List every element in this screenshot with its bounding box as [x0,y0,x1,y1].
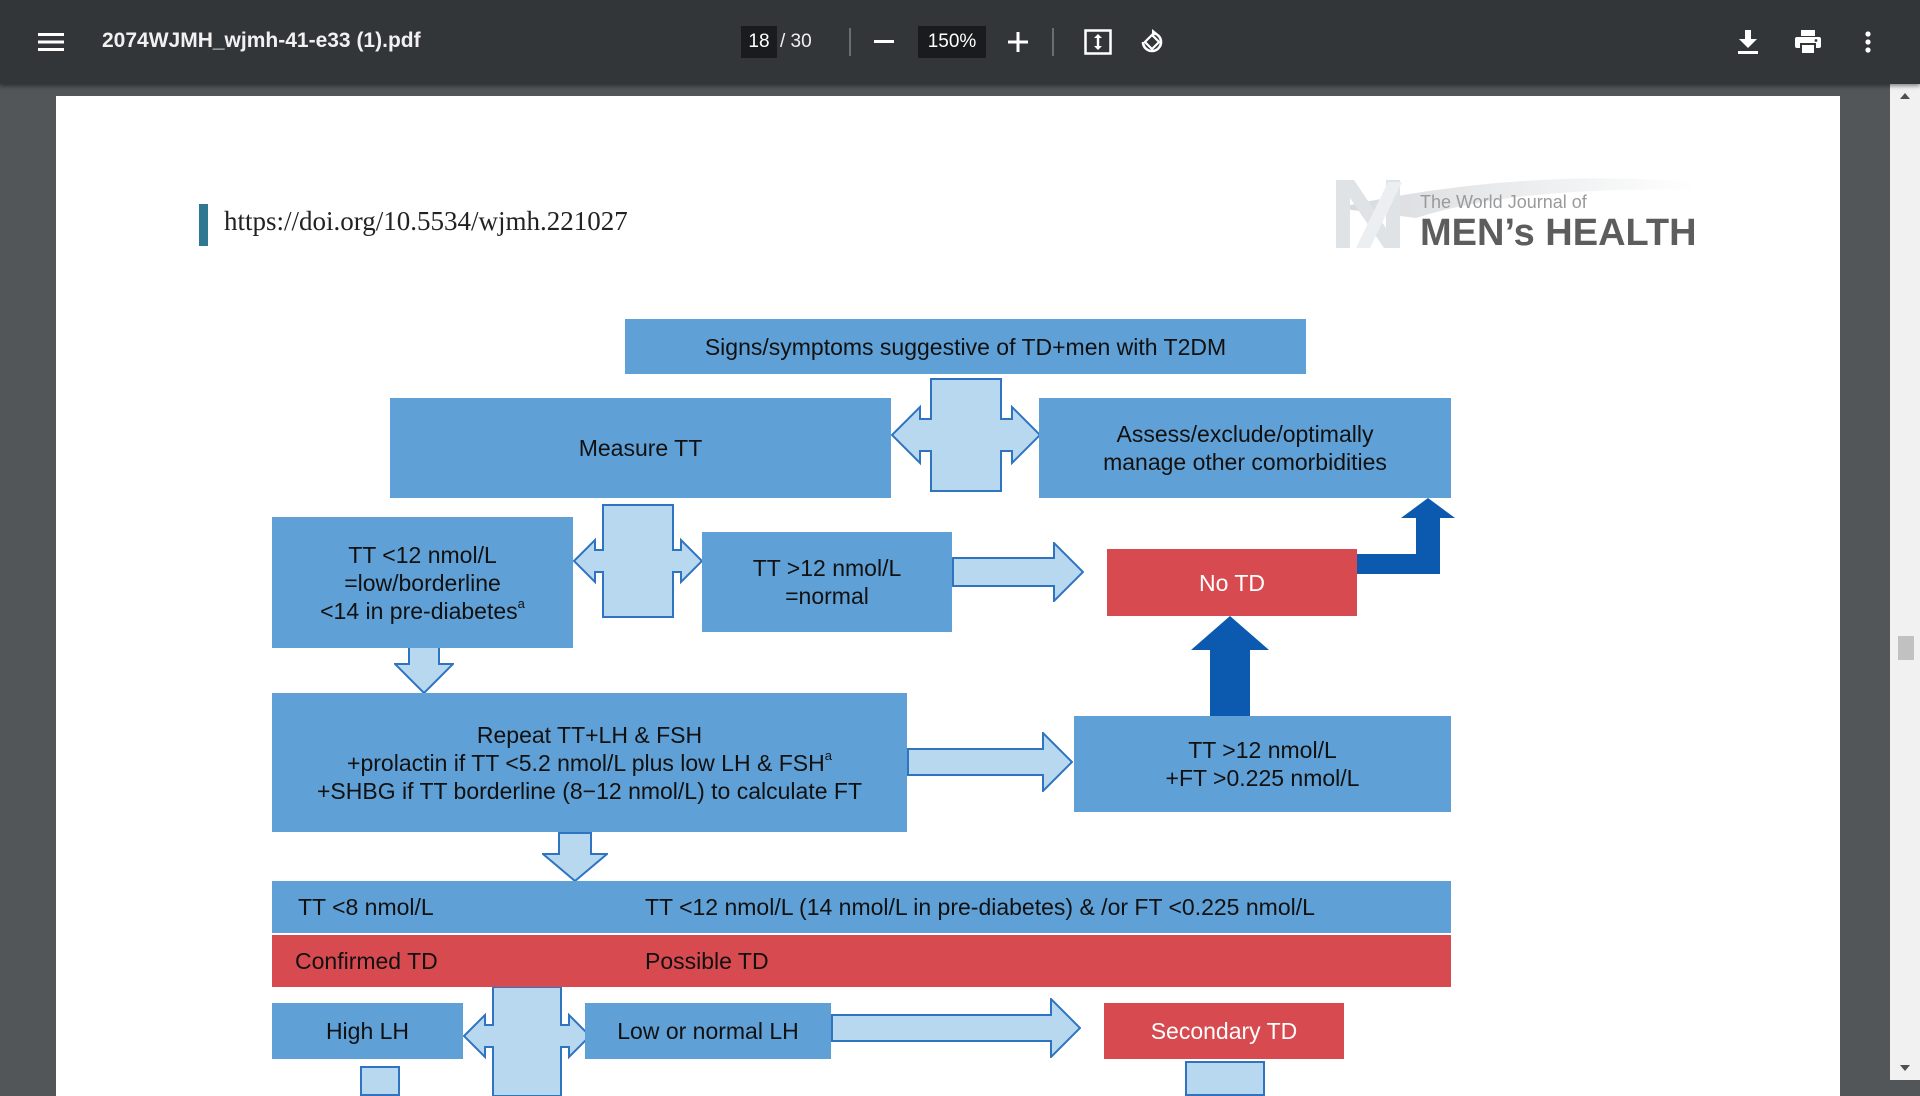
toolbar-divider [1052,28,1054,56]
flow-text: TT <12 nmol/L [348,541,497,568]
double-arrow-horizontal [573,504,703,618]
right-arrow [907,732,1073,792]
download-button[interactable] [1728,22,1768,62]
down-arrow-stub [360,1066,400,1096]
scrollbar-thumb[interactable] [1898,636,1914,660]
down-arrow-stub [1185,1061,1265,1096]
flow-box-measure-tt: Measure TT [390,398,891,498]
more-vert-icon [1865,31,1871,53]
flow-band-diagnosis [272,935,1451,987]
fit-page-icon [1084,29,1112,55]
flow-box-repeat-tests: Repeat TT+LH & FSH +prolactin if TT <5.2… [272,693,907,832]
flow-text-possible-td: Possible TD [645,948,769,974]
flow-box-tt-normal: TT >12 nmol/L =normal [702,532,952,632]
right-arrow [831,998,1081,1058]
plus-icon [1008,32,1028,52]
up-arrow [1191,616,1269,716]
minus-icon [874,40,894,43]
flow-box-tt-ft-normal: TT >12 nmol/L +FT >0.225 nmol/L [1074,716,1451,812]
flow-text: +prolactin if TT <5.2 nmol/L plus low LH… [347,749,825,776]
zoom-level-input[interactable]: 150% [918,26,986,58]
document-title: 2074WJMH_wjmh-41-e33 (1).pdf [102,29,421,52]
zoom-in-button[interactable] [998,22,1038,62]
flow-text: +SHBG if TT borderline (8−12 nmol/L) to … [316,777,862,804]
flow-text: +FT >0.225 nmol/L [1165,765,1360,791]
flow-text: =normal [785,583,869,609]
rotate-icon [1141,29,1163,53]
flow-box-signs: Signs/symptoms suggestive of TD+men with… [625,319,1306,374]
flow-text: TT >12 nmol/L [752,555,902,581]
fit-page-button[interactable] [1078,22,1118,62]
rotate-button[interactable] [1132,22,1172,62]
journal-logo-title: MEN’s HEALTH [1420,212,1697,254]
print-icon [1795,30,1821,54]
flow-text-confirmed-td: Confirmed TD [295,948,438,974]
flow-text: TT >12 nmol/L [1188,737,1337,763]
flow-box-tt-low: TT <12 nmol/L =low/borderline <14 in pre… [272,517,573,648]
pdf-page: https://doi.org/10.5534/wjmh.221027 The … [56,96,1840,1096]
page-number-input[interactable]: 18 [741,26,777,58]
up-right-arrow [1357,498,1455,574]
toolbar-divider [849,28,851,56]
doi-accent-bar [199,204,208,246]
flow-text: <14 in pre-diabetesa [320,597,525,625]
flow-box-secondary-td: Secondary TD [1104,1003,1344,1059]
scroll-up-icon[interactable] [1890,86,1920,106]
menu-icon[interactable] [31,22,71,62]
flow-box-high-lh: High LH [272,1003,463,1059]
flow-text-tt8: TT <8 nmol/L [298,894,434,920]
down-arrow [542,832,608,882]
flow-box-no-td: No TD [1107,549,1357,616]
print-button[interactable] [1788,22,1828,62]
zoom-out-button[interactable] [864,22,904,62]
page-total: / 30 [780,31,812,52]
flow-box-low-normal-lh: Low or normal LH [585,1003,831,1059]
more-options-button[interactable] [1848,22,1888,62]
footnote-marker: a [517,595,525,611]
download-icon [1738,30,1758,54]
flow-text: <14 in pre-diabetes [320,597,518,624]
flow-text: Repeat TT+LH & FSH [476,721,703,748]
doi-link[interactable]: https://doi.org/10.5534/wjmh.221027 [224,206,628,237]
vertical-scrollbar[interactable] [1890,84,1920,1080]
flow-text: =low/borderline [344,569,501,596]
flow-text: +prolactin if TT <5.2 nmol/L plus low LH… [347,749,832,777]
flow-text: manage other comorbidities [1103,449,1387,475]
scroll-down-icon[interactable] [1890,1058,1920,1078]
flow-box-assess-comorbidities: Assess/exclude/optimally manage other co… [1039,398,1451,498]
flow-text: Assess/exclude/optimally [1116,421,1374,447]
footnote-marker: a [824,747,832,763]
double-arrow-horizontal [891,378,1041,492]
pdf-toolbar: 2074WJMH_wjmh-41-e33 (1).pdf 18 / 30 150… [0,0,1920,84]
journal-logo-subtitle: The World Journal of [1420,192,1587,212]
flow-text-tt12: TT <12 nmol/L (14 nmol/L in pre-diabetes… [645,894,1315,920]
right-arrow [952,542,1084,602]
